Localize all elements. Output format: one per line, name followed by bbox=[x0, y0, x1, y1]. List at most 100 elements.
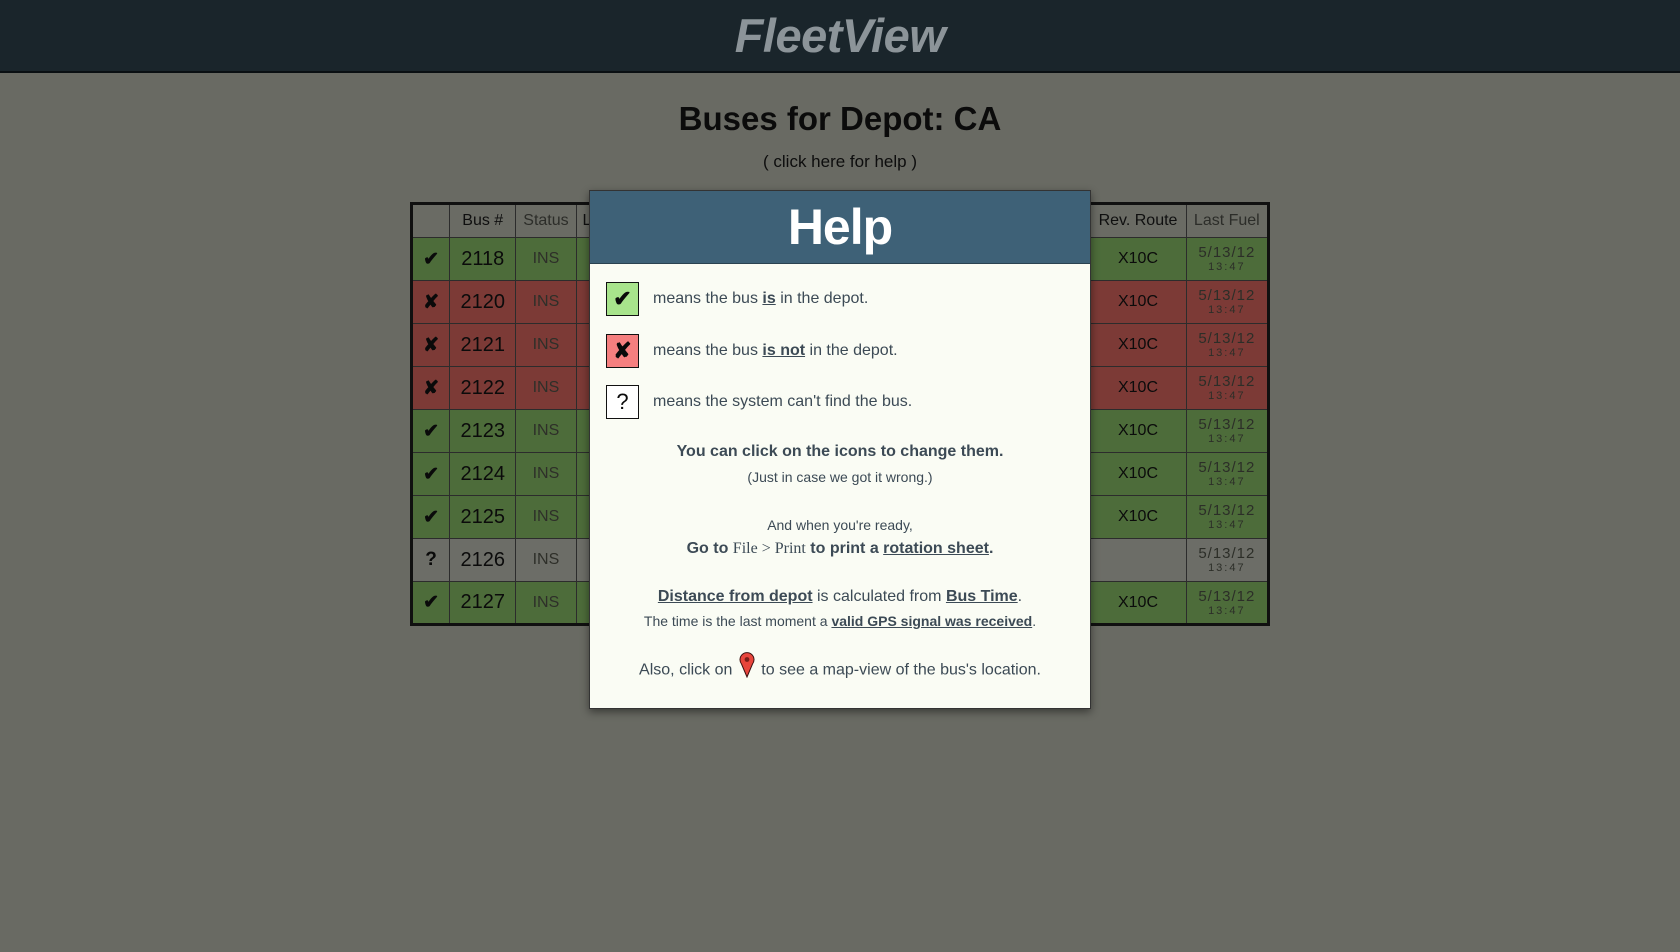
legend-in-depot: ✔ means the bus is in the depot. bbox=[606, 282, 868, 316]
bus-number: 2125 bbox=[449, 495, 517, 539]
print-period: . bbox=[988, 540, 994, 557]
gps-period: . bbox=[1032, 613, 1037, 629]
fuel-date: 5/13/12 bbox=[1198, 502, 1256, 519]
fuel-date: 5/13/12 bbox=[1198, 287, 1256, 304]
click-icons-text: You can click on the icons to change the… bbox=[676, 443, 1004, 460]
fuel-time: 13:47 bbox=[1208, 519, 1246, 531]
status-cell: INS bbox=[515, 237, 577, 281]
fuel-time: 13:47 bbox=[1208, 390, 1246, 402]
help-title: Help bbox=[787, 199, 893, 255]
legend-out-pre: means the bus bbox=[653, 342, 763, 359]
not-in-depot-icon[interactable]: ✘ bbox=[410, 323, 451, 367]
bus-number: 2122 bbox=[449, 366, 517, 410]
in-depot-icon[interactable]: ✔ bbox=[410, 409, 451, 453]
status-cell: INS bbox=[515, 538, 577, 582]
page-title: Buses for Depot: CA bbox=[678, 100, 1002, 137]
fuel-time: 13:47 bbox=[1208, 562, 1246, 574]
not-in-depot-icon[interactable]: ✘ bbox=[410, 366, 451, 410]
app-header: FleetView bbox=[0, 0, 1680, 73]
in-depot-icon[interactable]: ✔ bbox=[410, 581, 451, 625]
route-cell: X10C bbox=[1089, 495, 1187, 539]
route-cell: X10C bbox=[1089, 409, 1187, 453]
print-instructions: Go to File > Print to print a rotation s… bbox=[590, 540, 1090, 558]
fuel-time: 13:47 bbox=[1208, 347, 1246, 359]
legend-out-em: is not bbox=[762, 342, 806, 359]
bus-number: 2123 bbox=[449, 409, 517, 453]
fuel-time: 13:47 bbox=[1208, 433, 1246, 445]
to-print-text: to print a bbox=[805, 540, 884, 557]
just-in-case-text: (Just in case we got it wrong.) bbox=[747, 469, 933, 485]
fuel-column-header[interactable]: Last Fuel bbox=[1185, 203, 1270, 238]
question-mark-icon: ? bbox=[606, 385, 639, 419]
fuel-cell: 5/13/12 13:47 bbox=[1185, 538, 1270, 582]
fuel-time: 13:47 bbox=[1208, 476, 1246, 488]
checkmark-icon: ✔ bbox=[606, 282, 639, 316]
route-column-header[interactable]: Rev. Route bbox=[1089, 203, 1187, 238]
bus-number: 2126 bbox=[449, 538, 517, 582]
bus-number: 2121 bbox=[449, 323, 517, 367]
fuel-date: 5/13/12 bbox=[1198, 587, 1256, 605]
bus-time-link[interactable]: Bus Time bbox=[946, 588, 1018, 605]
fuel-date: 5/13/12 bbox=[1198, 459, 1256, 476]
fuel-time: 13:47 bbox=[1208, 604, 1246, 617]
bus-number: 2120 bbox=[449, 280, 517, 324]
rotation-sheet-link[interactable]: rotation sheet bbox=[883, 540, 989, 557]
route-cell: X10C bbox=[1089, 323, 1187, 367]
bus-number: 2118 bbox=[449, 237, 517, 281]
status-cell: INS bbox=[515, 409, 577, 453]
fuel-cell: 5/13/12 13:47 bbox=[1185, 237, 1270, 281]
status-cell: INS bbox=[515, 495, 577, 539]
fuel-time: 13:47 bbox=[1208, 304, 1246, 316]
map-view-text: Also, click on to see a map-view of the … bbox=[590, 652, 1090, 683]
fleetview-logo[interactable]: FleetView bbox=[735, 8, 946, 63]
fuel-cell: 5/13/12 13:47 bbox=[1185, 323, 1270, 367]
status-cell: INS bbox=[515, 452, 577, 496]
also-click-text: Also, click on bbox=[639, 661, 737, 679]
status-cell: INS bbox=[515, 581, 577, 625]
fuel-time: 13:47 bbox=[1208, 261, 1246, 273]
distance-text: Distance from depot is calculated from B… bbox=[590, 588, 1090, 606]
help-dialog: Help ✔ means the bus is in the depot. ✘ … bbox=[589, 190, 1091, 709]
route-cell: X10C bbox=[1089, 237, 1187, 281]
fuel-cell: 5/13/12 13:47 bbox=[1185, 581, 1270, 625]
distance-from-depot-link[interactable]: Distance from depot bbox=[658, 588, 813, 605]
legend-in-em: is bbox=[762, 290, 776, 307]
route-cell: X10C bbox=[1089, 280, 1187, 324]
route-cell: X10C bbox=[1089, 452, 1187, 496]
unknown-location-icon[interactable]: ? bbox=[410, 538, 451, 582]
legend-in-pre: means the bus bbox=[653, 290, 763, 307]
legend-in-post: in the depot. bbox=[775, 290, 869, 307]
legend-not-in-depot: ✘ means the bus is not in the depot. bbox=[606, 334, 898, 368]
cross-icon: ✘ bbox=[606, 334, 639, 368]
legend-in-text: means the bus is in the depot. bbox=[653, 290, 868, 308]
help-link[interactable]: ( click here for help ) bbox=[0, 152, 1680, 172]
legend-out-text: means the bus is not in the depot. bbox=[653, 342, 898, 360]
when-ready-text: And when you're ready, bbox=[767, 517, 913, 533]
time-is-text: The time is the last moment a bbox=[643, 613, 832, 629]
calculated-from-text: is calculated from bbox=[812, 588, 946, 605]
status-cell: INS bbox=[515, 280, 577, 324]
in-depot-icon[interactable]: ✔ bbox=[410, 495, 451, 539]
fuel-date: 5/13/12 bbox=[1198, 373, 1256, 390]
route-cell: X10C bbox=[1089, 366, 1187, 410]
status-column-header[interactable]: Status bbox=[515, 203, 577, 238]
fuel-cell: 5/13/12 13:47 bbox=[1185, 409, 1270, 453]
fuel-date: 5/13/12 bbox=[1198, 330, 1256, 347]
status-cell: INS bbox=[515, 366, 577, 410]
fuel-date: 5/13/12 bbox=[1198, 416, 1256, 433]
legend-unknown: ? means the system can't find the bus. bbox=[606, 385, 912, 419]
not-in-depot-icon[interactable]: ✘ bbox=[410, 280, 451, 324]
in-depot-icon[interactable]: ✔ bbox=[410, 237, 451, 281]
bus-number: 2124 bbox=[449, 452, 517, 496]
fuel-cell: 5/13/12 13:47 bbox=[1185, 495, 1270, 539]
map-pin-icon bbox=[739, 652, 755, 683]
status-cell: INS bbox=[515, 323, 577, 367]
help-dialog-header: Help bbox=[590, 191, 1090, 264]
in-depot-icon[interactable]: ✔ bbox=[410, 452, 451, 496]
fuel-cell: 5/13/12 13:47 bbox=[1185, 366, 1270, 410]
valid-gps-link[interactable]: valid GPS signal was received bbox=[831, 613, 1032, 629]
fuel-cell: 5/13/12 13:47 bbox=[1185, 280, 1270, 324]
distance-period: . bbox=[1017, 588, 1023, 605]
icon-column-header bbox=[410, 203, 451, 238]
bus-column-header[interactable]: Bus # bbox=[449, 203, 517, 238]
